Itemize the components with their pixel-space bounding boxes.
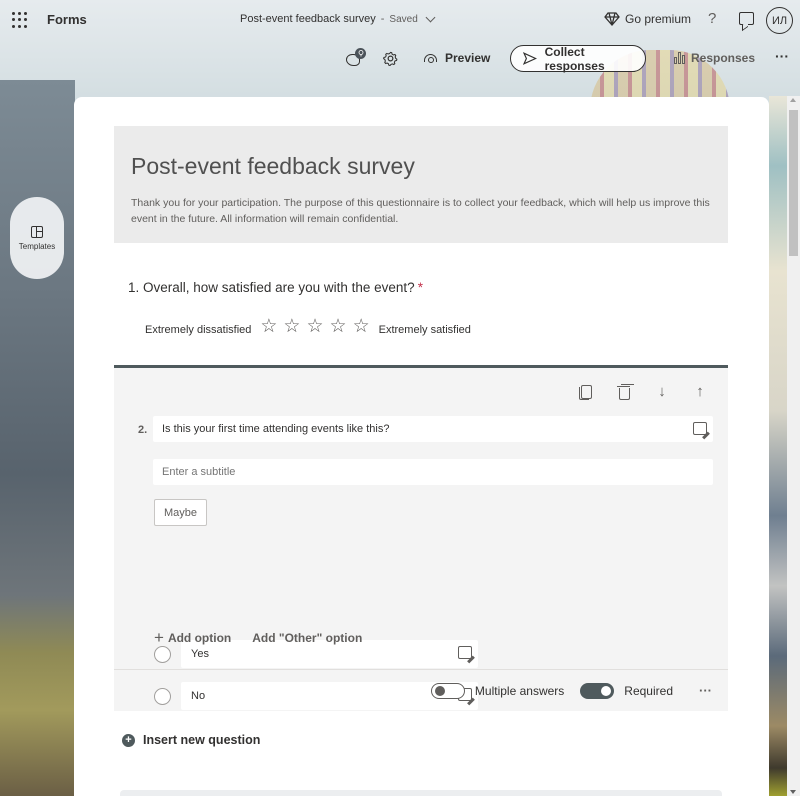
eye-icon [424, 54, 437, 63]
templates-icon [31, 225, 43, 238]
rating-low-label: Extremely dissatisfied [145, 324, 252, 336]
multiple-answers-toggle[interactable] [430, 682, 465, 699]
app-name[interactable]: Forms [47, 12, 87, 27]
add-option-row: + Add option Add "Other" option [154, 628, 362, 647]
theme-button[interactable] [344, 48, 366, 68]
title-separator: - [380, 13, 385, 25]
subtitle-input[interactable] [153, 459, 713, 485]
templates-label: Templates [18, 241, 56, 251]
templates-button[interactable]: Templates [10, 197, 64, 279]
waffle-icon[interactable] [12, 12, 28, 28]
add-option-label: Add option [167, 631, 232, 645]
plus-circle-icon: + [122, 733, 135, 747]
go-premium-button[interactable]: Go premium [604, 12, 691, 26]
move-up-icon[interactable]: ↑ [692, 384, 708, 400]
question-1-number: 1. [128, 280, 140, 295]
collect-responses-button[interactable]: Collect responses [510, 44, 646, 73]
document-title: Post-event feedback survey [240, 13, 376, 25]
more-options-button[interactable]: ··· [775, 48, 789, 64]
insert-new-question-label: Insert new question [143, 733, 261, 747]
multiple-answers-label: Multiple answers [474, 683, 565, 698]
delete-icon[interactable] [616, 384, 632, 400]
question-1-text: Overall, how satisfied are you with the … [143, 280, 415, 295]
required-label: Required [624, 683, 673, 698]
vertical-scrollbar[interactable] [787, 96, 800, 796]
required-toggle[interactable] [580, 682, 615, 699]
rating-star-icon[interactable]: ☆ [283, 317, 300, 336]
copy-icon[interactable] [578, 384, 594, 400]
stars-container: ☆ ☆ ☆ ☆ ☆ [257, 317, 372, 336]
insert-new-question-button[interactable]: + Insert new question [122, 733, 260, 747]
question-2-title-input[interactable]: Is this your first time attending events… [153, 416, 713, 442]
bar-chart-icon [674, 52, 685, 64]
rating-star-icon[interactable]: ☆ [260, 317, 277, 336]
save-status: Saved [389, 13, 418, 25]
settings-button[interactable] [383, 51, 398, 67]
avatar[interactable]: ИЛ [766, 7, 793, 34]
theme-badge [355, 48, 366, 59]
suggested-option-chip[interactable]: Maybe [154, 499, 208, 526]
gear-icon [383, 51, 398, 67]
help-icon[interactable]: ? [708, 10, 716, 27]
preview-button[interactable]: Preview [424, 51, 490, 65]
chevron-down-icon [425, 12, 436, 22]
add-other-option-button[interactable]: Add "Other" option [252, 631, 362, 645]
send-icon [523, 52, 537, 65]
move-down-icon[interactable]: ↓ [654, 384, 670, 400]
rating-star-icon[interactable]: ☆ [306, 317, 323, 336]
action-bar: Preview Collect responses Responses ··· [0, 44, 800, 74]
radio-button[interactable] [154, 645, 171, 663]
insert-media-icon[interactable] [693, 422, 707, 435]
question-2-number: 2. [138, 424, 148, 436]
plus-icon: + [154, 628, 164, 647]
lightbulb-icon [358, 50, 363, 57]
question-1-title: 1. Overall, how satisfied are you with t… [128, 280, 423, 295]
add-option-button[interactable]: + Add option [154, 628, 232, 647]
scroll-down-arrow-icon[interactable] [790, 790, 796, 794]
responses-label: Responses [691, 51, 756, 65]
question-2-text: Is this your first time attending events… [162, 423, 390, 435]
go-premium-label: Go premium [625, 12, 692, 26]
rating-scale: Extremely dissatisfied ☆ ☆ ☆ ☆ ☆ Extremely s… [145, 316, 471, 337]
collect-responses-label: Collect responses [544, 44, 605, 73]
question-2-editor: ↓ ↑ 2. Is this your first time attending… [114, 365, 728, 711]
form-header[interactable]: Post-event feedback survey Thank you for… [114, 126, 728, 243]
rating-star-icon[interactable]: ☆ [353, 317, 370, 336]
feedback-icon[interactable] [739, 12, 754, 25]
question-toolbar: ↓ ↑ [578, 384, 708, 400]
diamond-icon [604, 12, 620, 26]
question-1[interactable]: 1. Overall, how satisfied are you with t… [128, 280, 471, 336]
more-settings-button[interactable]: ··· [699, 683, 712, 698]
top-bar: Forms Post-event feedback survey - Saved… [0, 0, 800, 40]
document-title-menu[interactable]: Post-event feedback survey - Saved [240, 12, 436, 25]
rating-high-label: Extremely satisfied [378, 324, 471, 336]
form-editor-card: Post-event feedback survey Thank you for… [74, 97, 769, 796]
scroll-up-arrow-icon[interactable] [790, 98, 796, 102]
background-scenery-strip [769, 96, 787, 796]
required-asterisk: * [417, 280, 423, 295]
next-section-block [120, 790, 722, 796]
form-title[interactable]: Post-event feedback survey [131, 153, 415, 180]
responses-button[interactable]: Responses [674, 51, 755, 65]
insert-media-icon[interactable] [458, 646, 472, 659]
option-label: Yes [191, 648, 209, 660]
rating-star-icon[interactable]: ☆ [330, 317, 347, 336]
background-cliff [0, 80, 75, 796]
question-footer: Multiple answers Required ··· [114, 669, 728, 711]
scroll-thumb[interactable] [789, 110, 798, 256]
form-description[interactable]: Thank you for your participation. The pu… [131, 195, 721, 227]
preview-label: Preview [445, 51, 491, 65]
